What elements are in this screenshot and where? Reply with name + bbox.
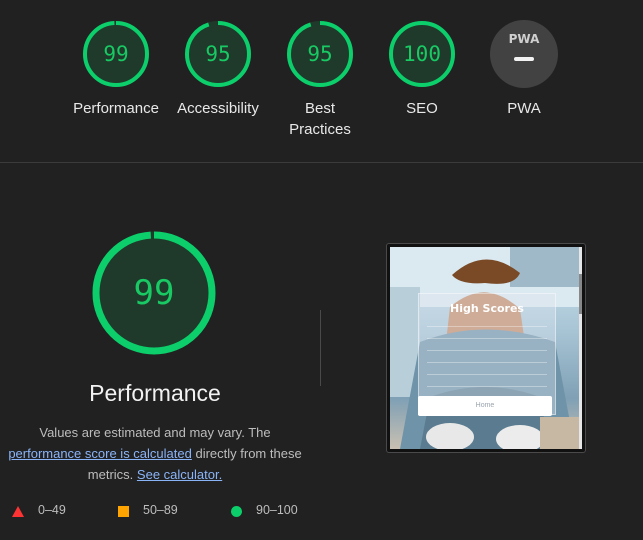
section-divider: [0, 162, 643, 163]
screenshot-image: High Scores Home: [390, 247, 580, 449]
lighthouse-report: 99 Performance 95 Accessibility 95 Best …: [0, 0, 643, 540]
performance-description: Values are estimated and may vary. The p…: [6, 422, 304, 485]
high-scores-title: High Scores: [450, 302, 524, 315]
gauge-score: 99: [103, 42, 129, 66]
square-icon: [118, 506, 129, 517]
circle-icon: [231, 506, 242, 517]
table-divider: [427, 374, 547, 375]
legend-range: 90–100: [256, 503, 298, 517]
not-applicable-dash-icon: [514, 57, 534, 61]
gauge-seo[interactable]: 100 SEO: [370, 20, 474, 119]
pwa-logo-icon: PWA: [508, 32, 540, 46]
table-divider: [427, 326, 547, 327]
gauge-label: Accessibility: [177, 100, 259, 117]
desc-text-1: Values are estimated and may vary. The: [39, 425, 271, 440]
gauge-score: 95: [307, 42, 333, 66]
gauge-label: PWA: [507, 100, 541, 117]
legend-range: 0–49: [38, 503, 66, 517]
gauge-performance[interactable]: 99 Performance: [64, 20, 168, 119]
final-screenshot[interactable]: High Scores Home: [386, 243, 586, 453]
gauge-score: 100: [403, 42, 441, 66]
vertical-divider: [320, 310, 321, 386]
table-divider: [427, 386, 547, 387]
table-divider: [427, 338, 547, 339]
gauge-score: 95: [205, 42, 231, 66]
legend-range: 50–89: [143, 503, 178, 517]
table-divider: [427, 350, 547, 351]
gauge-label: Best Practices: [289, 100, 351, 138]
screenshot-scroll-thumb: [579, 274, 582, 314]
gauge-label: SEO: [406, 100, 438, 117]
performance-big-gauge: 99: [91, 230, 217, 356]
triangle-icon: [12, 506, 24, 517]
pwa-badge: PWA: [490, 20, 558, 88]
performance-title: Performance: [89, 380, 221, 406]
gauge-accessibility[interactable]: 95 Accessibility: [166, 20, 270, 119]
see-calculator-link[interactable]: See calculator.: [137, 467, 222, 482]
gauge-label: Performance: [73, 100, 159, 117]
gauge-pwa[interactable]: PWA PWA: [472, 20, 576, 119]
gauge-best-practices[interactable]: 95 Best Practices: [268, 20, 372, 140]
score-calculated-link[interactable]: performance score is calculated: [8, 446, 192, 461]
table-divider: [427, 362, 547, 363]
big-gauge-score: 99: [133, 273, 175, 313]
home-button: Home: [418, 396, 552, 416]
